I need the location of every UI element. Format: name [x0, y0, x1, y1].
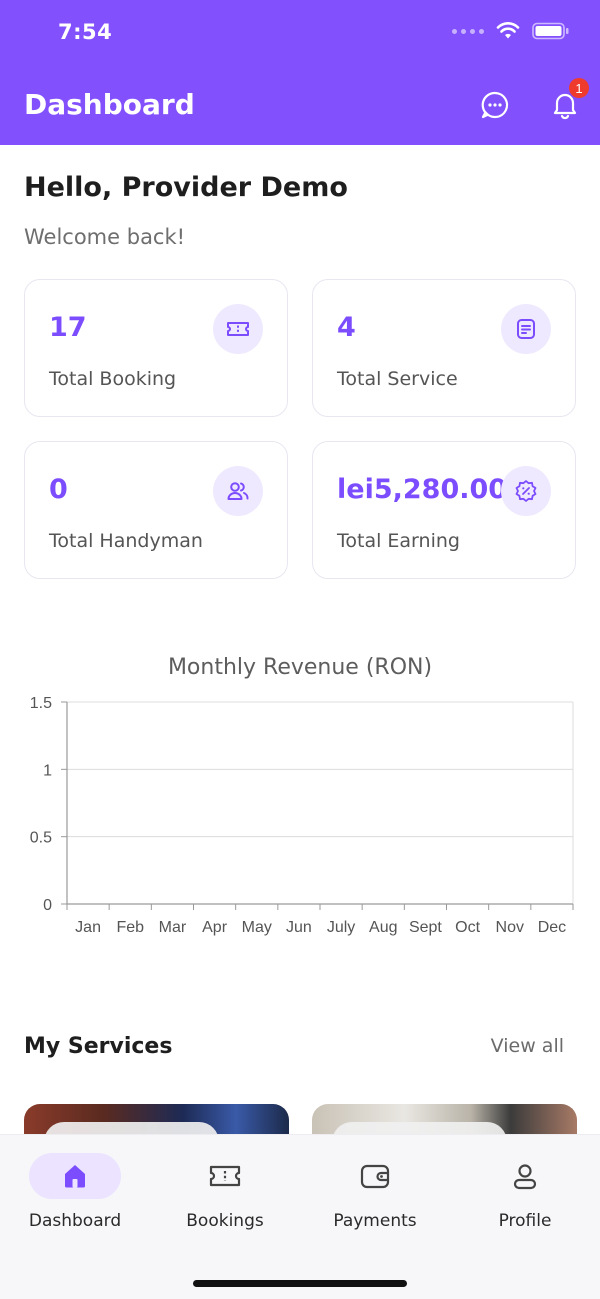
wallet-icon — [329, 1153, 421, 1199]
stat-label: Total Booking — [49, 368, 177, 390]
users-icon — [213, 466, 263, 516]
chart-title: Monthly Revenue (RON) — [167, 655, 433, 680]
y-tick-label: 1 — [43, 762, 52, 779]
home-indicator — [193, 1280, 407, 1287]
section-title-my-services: My Services — [24, 1034, 173, 1059]
stat-card-total-service[interactable]: 4 Total Service — [312, 279, 576, 417]
stat-value: lei5,280.00 — [337, 474, 508, 505]
user-icon — [479, 1153, 571, 1199]
x-tick-label: July — [327, 919, 355, 936]
app-header: 7:54 Dashboard 1 — [0, 0, 600, 145]
status-time: 7:54 — [58, 20, 113, 44]
battery-icon — [532, 22, 569, 40]
greeting-title: Hello, Provider Demo — [24, 172, 348, 203]
stat-card-total-earning[interactable]: lei5,280.00 Total Earning — [312, 441, 576, 579]
view-all-link[interactable]: View all — [491, 1035, 564, 1057]
x-tick-label: Jun — [286, 919, 312, 936]
x-tick-label: Feb — [116, 919, 144, 936]
stat-label: Total Handyman — [49, 530, 203, 552]
x-tick-label: Mar — [159, 919, 187, 936]
nav-label: Dashboard — [28, 1211, 122, 1231]
ticket-icon — [213, 304, 263, 354]
x-tick-label: May — [242, 919, 272, 936]
x-tick-label: Oct — [455, 919, 480, 936]
stat-value: 4 — [337, 312, 356, 343]
y-tick-label: 0.5 — [30, 830, 52, 847]
x-tick-label: Aug — [369, 919, 397, 936]
signal-icon — [452, 28, 484, 34]
stat-label: Total Earning — [337, 530, 460, 552]
nav-label: Payments — [333, 1211, 417, 1231]
chat-button[interactable] — [478, 88, 512, 122]
x-tick-label: Dec — [538, 919, 566, 936]
page-title: Dashboard — [24, 88, 195, 121]
stat-value: 17 — [49, 312, 87, 343]
stat-value: 0 — [49, 474, 68, 505]
revenue-chart: 0 0.5 1 1.5 Jan Feb Mar Apr May Jun July Aug Sept Oct… — [30, 695, 574, 936]
wifi-icon — [496, 22, 520, 39]
x-tick-label: Sept — [409, 919, 442, 936]
ticket-icon — [179, 1153, 271, 1199]
greeting-subtitle: Welcome back! — [24, 225, 186, 249]
status-icons — [452, 22, 570, 40]
bottom-nav: Dashboard Bookings Payments Profile — [0, 1134, 600, 1299]
y-tick-label: 1.5 — [30, 695, 52, 712]
stat-card-total-booking[interactable]: 17 Total Booking — [24, 279, 288, 417]
x-tick-label: Apr — [202, 919, 228, 936]
nav-item-payments[interactable]: Payments — [300, 1153, 450, 1233]
nav-label: Bookings — [186, 1211, 264, 1231]
document-icon — [501, 304, 551, 354]
notification-badge: 1 — [569, 78, 589, 98]
home-icon — [29, 1153, 121, 1199]
nav-item-bookings[interactable]: Bookings — [150, 1153, 300, 1233]
chat-icon — [481, 91, 509, 119]
x-tick-label: Jan — [75, 919, 101, 936]
stat-card-total-handyman[interactable]: 0 Total Handyman — [24, 441, 288, 579]
nav-label: Profile — [498, 1211, 552, 1231]
x-tick-label: Nov — [496, 919, 524, 936]
stat-label: Total Service — [337, 368, 458, 390]
nav-item-profile[interactable]: Profile — [450, 1153, 600, 1233]
y-tick-label: 0 — [43, 897, 52, 914]
discount-badge-icon — [501, 466, 551, 516]
nav-item-dashboard[interactable]: Dashboard — [0, 1153, 150, 1233]
